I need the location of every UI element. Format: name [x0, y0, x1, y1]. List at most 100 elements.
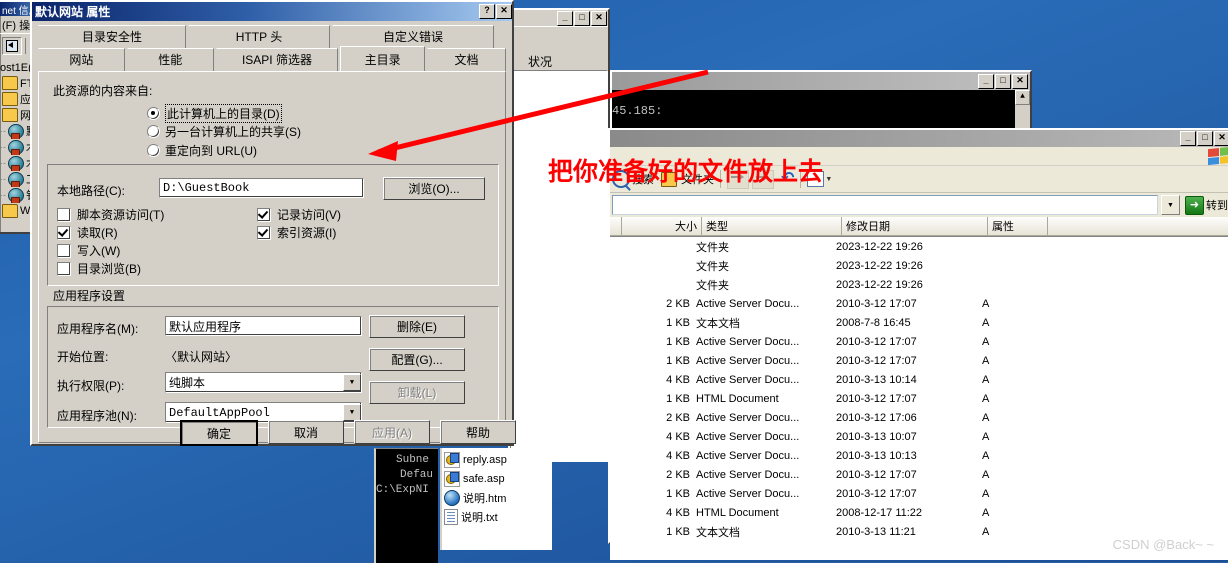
- minimize-icon[interactable]: _: [978, 73, 994, 89]
- explorer-file-list[interactable]: 文件夹 2023-12-22 19:26 文件夹 2023-12-22 19:26 文件…: [610, 236, 1228, 560]
- maximize-icon[interactable]: □: [574, 10, 590, 26]
- apply-button[interactable]: 应用(A): [354, 420, 430, 444]
- background-window-list[interactable]: [510, 70, 608, 462]
- dialog-tabs-row-2[interactable]: 网站 性能 ISAPI 筛选器 主目录 文档: [32, 46, 512, 71]
- list-item[interactable]: reply.asp: [442, 450, 552, 469]
- tab-directory-security[interactable]: 目录安全性: [38, 25, 186, 48]
- column-header-size[interactable]: 大小: [622, 217, 702, 235]
- tab-http-headers[interactable]: HTTP 头: [188, 25, 330, 48]
- tab-documents[interactable]: 文档: [427, 48, 506, 71]
- close-icon[interactable]: ✕: [1012, 73, 1028, 89]
- list-item[interactable]: safe.asp: [442, 469, 552, 488]
- unload-button[interactable]: 卸载(L): [369, 381, 465, 404]
- radio-local-directory[interactable]: 此计算机上的目录(D): [147, 104, 282, 123]
- checkbox-directory-browsing[interactable]: 目录浏览(B): [57, 260, 141, 277]
- chevron-down-icon[interactable]: ▼: [343, 374, 361, 391]
- go-button[interactable]: ➜ 转到: [1183, 195, 1228, 215]
- checkbox-icon[interactable]: [57, 225, 71, 240]
- checkbox-script-source-access[interactable]: 脚本资源访问(T): [57, 206, 164, 223]
- help-button[interactable]: 帮助: [440, 420, 516, 444]
- checkbox-write[interactable]: 写入(W): [57, 242, 120, 259]
- chevron-down-icon[interactable]: ▼: [1161, 195, 1180, 215]
- tab-custom-errors[interactable]: 自定义错误: [332, 25, 494, 48]
- show-tree-pane-icon[interactable]: [2, 37, 22, 55]
- checkbox-icon[interactable]: [257, 225, 271, 240]
- console-top-scrollbar[interactable]: ▲: [1015, 90, 1030, 128]
- cell-type: 文件夹: [696, 279, 729, 292]
- checkbox-icon[interactable]: [57, 261, 71, 276]
- windows-explorer-window[interactable]: _ □ ✕ 搜索 文件夹 ↶ ▼ ▼ ➜ 转到 大小 类型 修改日期 属性 文件…: [608, 128, 1228, 560]
- close-icon[interactable]: ✕: [1214, 131, 1228, 146]
- table-row[interactable]: 1 KB Active Server Docu... 2010-3-12 17:07…: [610, 332, 1228, 351]
- checkbox-icon[interactable]: [57, 243, 71, 258]
- table-row[interactable]: 文件夹 2023-12-22 19:26: [610, 237, 1228, 256]
- column-header-date[interactable]: 修改日期: [842, 217, 988, 235]
- radio-icon[interactable]: [147, 144, 160, 157]
- radio-redirect-url[interactable]: 重定向到 URL(U): [147, 142, 257, 159]
- radio-network-share[interactable]: 另一台计算机上的共享(S): [147, 123, 301, 140]
- checkbox-read[interactable]: 读取(R): [57, 224, 118, 241]
- ok-button[interactable]: 确定: [180, 420, 258, 446]
- scroll-up-icon[interactable]: ▲: [1015, 90, 1030, 105]
- home-directory-panel: 此资源的内容来自: 此计算机上的目录(D) 另一台计算机上的共享(S) 重定向到…: [38, 71, 506, 443]
- explorer-filename-column[interactable]: reply.asp safe.asp 说明.htm 说明.txt: [440, 448, 552, 550]
- radio-icon[interactable]: [147, 125, 160, 138]
- background-window-toolbar[interactable]: [510, 26, 608, 47]
- table-row[interactable]: 4 KB Active Server Docu... 2010-3-13 10:07…: [610, 427, 1228, 446]
- table-row[interactable]: 文件夹 2023-12-22 19:26: [610, 275, 1228, 294]
- column-header-type[interactable]: 类型: [702, 217, 842, 235]
- app-name-input[interactable]: 默认应用程序: [165, 316, 362, 336]
- site-properties-dialog[interactable]: 默认网站 属性 ? ✕ 目录安全性 HTTP 头 自定义错误 网站 性能 ISA…: [30, 0, 516, 446]
- dialog-button-bar[interactable]: 确定 取消 应用(A) 帮助: [180, 420, 516, 446]
- table-row[interactable]: 4 KB Active Server Docu... 2010-3-13 10:14…: [610, 370, 1228, 389]
- browse-button[interactable]: 浏览(O)...: [383, 177, 485, 200]
- tab-home-directory[interactable]: 主目录: [340, 46, 426, 71]
- column-header-name[interactable]: [610, 217, 622, 235]
- close-icon[interactable]: ✕: [591, 10, 607, 26]
- column-header-status[interactable]: 状况: [528, 53, 604, 70]
- list-item[interactable]: 说明.htm: [442, 488, 552, 507]
- local-path-value: D:\GuestBook: [163, 181, 250, 195]
- table-row[interactable]: 2 KB Active Server Docu... 2010-3-12 17:07…: [610, 465, 1228, 484]
- remove-button[interactable]: 删除(E): [369, 315, 465, 338]
- close-icon[interactable]: ✕: [496, 4, 512, 19]
- command-prompt-window-bottom[interactable]: Subne Defau C:\ExpNI: [374, 448, 438, 563]
- column-header-attributes[interactable]: 属性: [988, 217, 1048, 235]
- checkbox-icon[interactable]: [57, 207, 71, 222]
- command-prompt-window-top[interactable]: _ □ ✕ 45.185: ▲: [610, 70, 1032, 142]
- table-row[interactable]: 1 KB HTML Document 2010-3-12 17:07 A: [610, 389, 1228, 408]
- dialog-tabs-row-1[interactable]: 目录安全性 HTTP 头 自定义错误: [32, 25, 512, 48]
- list-item[interactable]: 说明.txt: [442, 507, 552, 526]
- folder-icon: [2, 92, 18, 106]
- help-icon[interactable]: ?: [479, 4, 495, 19]
- explorer-address-bar[interactable]: ▼ ➜ 转到: [610, 193, 1228, 217]
- table-row[interactable]: 1 KB Active Server Docu... 2010-3-12 17:07…: [610, 351, 1228, 370]
- radio-icon[interactable]: [147, 107, 160, 120]
- table-row[interactable]: 4 KB Active Server Docu... 2010-3-13 10:13…: [610, 446, 1228, 465]
- configuration-button[interactable]: 配置(G)...: [369, 348, 465, 371]
- table-row[interactable]: 1 KB Active Server Docu... 2010-3-12 17:07…: [610, 484, 1228, 503]
- minimize-icon[interactable]: _: [557, 10, 573, 26]
- table-row[interactable]: 2 KB Active Server Docu... 2010-3-12 17:07…: [610, 294, 1228, 313]
- local-path-input[interactable]: D:\GuestBook: [159, 178, 364, 198]
- address-input[interactable]: [612, 195, 1158, 215]
- tab-website[interactable]: 网站: [38, 48, 125, 71]
- table-row[interactable]: 2 KB Active Server Docu... 2010-3-12 17:06…: [610, 408, 1228, 427]
- maximize-icon[interactable]: □: [995, 73, 1011, 89]
- tab-isapi-filters[interactable]: ISAPI 筛选器: [215, 48, 339, 71]
- checkbox-index-resource[interactable]: 索引资源(I): [257, 224, 336, 241]
- exec-permission-select[interactable]: 纯脚本 ▼: [165, 372, 362, 393]
- checkbox-log-visits[interactable]: 记录访问(V): [257, 206, 341, 223]
- maximize-icon[interactable]: □: [1197, 131, 1213, 146]
- cancel-button[interactable]: 取消: [268, 420, 344, 444]
- table-row[interactable]: 4 KB HTML Document 2008-12-17 11:22 A: [610, 503, 1228, 522]
- minimize-icon[interactable]: _: [1180, 131, 1196, 146]
- checkbox-icon[interactable]: [257, 207, 271, 222]
- table-row[interactable]: 文件夹 2023-12-22 19:26: [610, 256, 1228, 275]
- background-window-column-headers[interactable]: 状况: [510, 53, 608, 70]
- tab-performance[interactable]: 性能: [126, 48, 214, 71]
- chevron-down-icon[interactable]: ▼: [343, 404, 361, 421]
- explorer-column-headers[interactable]: 大小 类型 修改日期 属性: [610, 217, 1228, 236]
- background-window[interactable]: _ □ ✕ 状况: [508, 8, 610, 462]
- table-row[interactable]: 1 KB 文本文档 2008-7-8 16:45 A: [610, 313, 1228, 332]
